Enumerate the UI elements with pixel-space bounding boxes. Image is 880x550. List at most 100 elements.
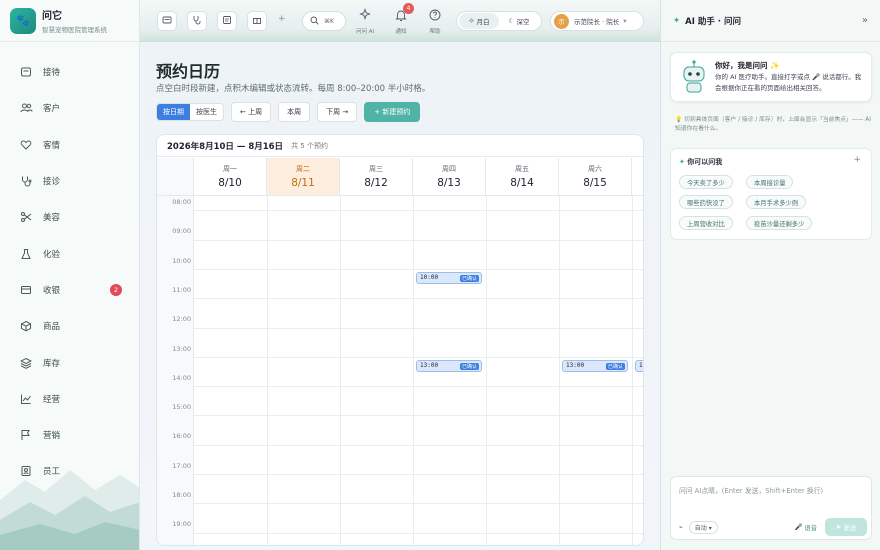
- cashier-icon: [19, 283, 33, 297]
- day-header: 周二 8/11: [267, 158, 340, 196]
- user-menu[interactable]: 示 示范院长 · 院长 ▾: [550, 11, 644, 31]
- appointment-time: 10:00: [420, 274, 439, 282]
- avatar: 示: [554, 13, 569, 29]
- suggestions-title: ✦ 你可以问我: [679, 157, 722, 167]
- flag-icon: [19, 428, 33, 442]
- sidebar-item-label: 接待: [43, 68, 61, 79]
- customers-icon: [19, 101, 33, 115]
- welcome-body: 你的 AI 医疗助手。直接打字或点 🎤 说话都行。我会根据你正在看的页面给出相关…: [715, 73, 862, 92]
- page-description: 点空白时段新建，点积木编辑或状态流转。每周 8:00–20:00 半小时格。: [156, 84, 431, 94]
- time-label: 19:00: [172, 520, 191, 529]
- sidebar-item-consult[interactable]: 接诊: [0, 163, 139, 199]
- day-header: 周一 8/10: [194, 158, 267, 196]
- card-icon: [162, 15, 172, 27]
- add-icon[interactable]: +: [853, 155, 861, 165]
- suggestion-chip[interactable]: 哪些药快没了: [679, 195, 733, 209]
- time-label: 13:00: [172, 344, 191, 353]
- this-week-button[interactable]: 本周: [278, 102, 311, 122]
- heart-icon: [19, 138, 33, 152]
- reception-shortcut-button[interactable]: [157, 11, 177, 31]
- stethoscope-icon: [19, 174, 33, 188]
- sidebar-item-lab[interactable]: 化验: [0, 235, 139, 271]
- sidebar-item-marketing[interactable]: 营销: [0, 417, 139, 453]
- suggestion-chip[interactable]: 今天卖了多少: [679, 175, 733, 189]
- next-week-button[interactable]: 下周 →: [317, 102, 358, 122]
- view-by-doctor-button[interactable]: 按医生: [190, 104, 223, 120]
- sidebar-item-staff[interactable]: 员工: [0, 453, 139, 489]
- notifications-button[interactable]: 4 通知: [394, 3, 414, 35]
- day-weekday: 周六: [588, 165, 602, 173]
- voice-button[interactable]: 🎤 语音: [795, 523, 817, 532]
- sparkle-icon: ✦: [679, 158, 685, 166]
- chevron-down-icon: ▾: [623, 17, 627, 25]
- sidebar-item-inventory[interactable]: 库存: [0, 344, 139, 380]
- suggestion-chip[interactable]: 本月手术多少例: [746, 195, 807, 209]
- theme-light-button[interactable]: ☼ 月白: [459, 13, 499, 29]
- attach-icon[interactable]: ⌁: [679, 524, 683, 531]
- suggestions-title-text: 你可以问我: [687, 158, 723, 166]
- input-controls: ⌁ 自动 ▾ 🎤 语音 ➤ 发送: [679, 518, 867, 536]
- day-date: 8/10: [218, 177, 242, 189]
- new-appointment-button[interactable]: + 新建预约: [364, 102, 421, 122]
- grid-row-line: [194, 327, 643, 329]
- app-name: 问它: [42, 11, 62, 22]
- notify-label: 通知: [395, 29, 407, 35]
- send-button[interactable]: ➤ 发送: [825, 518, 867, 536]
- appointment-block[interactable]: 10:00 已确认: [416, 271, 482, 284]
- grid-column-line: [486, 196, 487, 545]
- appointment-block[interactable]: 13:00 已确认: [562, 359, 628, 372]
- view-by-date-button[interactable]: 按日期: [157, 104, 190, 120]
- day-header: 周六 8/15: [559, 158, 632, 196]
- app-subtitle: 智慧宠物医院管理系统: [42, 26, 107, 34]
- appointment-time: 13:00: [639, 362, 643, 369]
- theme-dark-button[interactable]: ☾ 深空: [499, 13, 539, 29]
- ai-input-box[interactable]: 问问 AI点睛，(Enter 发送，Shift+Enter 换行) ⌁ 自动 ▾…: [670, 476, 872, 540]
- sidebar-item-reception[interactable]: 接待: [0, 54, 139, 90]
- day-date: 8/13: [437, 177, 461, 189]
- day-header: 周三 8/12: [340, 158, 413, 196]
- sidebar-item-label: 客户: [43, 104, 61, 115]
- main-content: 预约日历 点空白时段新建，点积木编辑或状态流转。每周 8:00–20:00 半小…: [140, 42, 660, 550]
- cashier-badge: 2: [110, 283, 122, 296]
- stethoscope-icon: [192, 15, 202, 27]
- day-date: 8/14: [510, 177, 534, 189]
- sidebar-item-grooming[interactable]: 美容: [0, 199, 139, 235]
- appointment-block[interactable]: 13:00: [635, 359, 643, 372]
- mode-select[interactable]: 自动 ▾: [688, 520, 718, 534]
- ask-ai-button[interactable]: 问问 AI: [356, 8, 374, 35]
- search-shortcut: ⌘K: [324, 17, 334, 25]
- sidebar-item-customers[interactable]: 客户: [0, 90, 139, 126]
- grid-row-line: [194, 239, 643, 241]
- gift-shortcut-button[interactable]: [247, 11, 267, 31]
- layers-icon: [19, 356, 33, 370]
- suggestion-chip[interactable]: 上周营收对比: [679, 216, 733, 230]
- sidebar-item-operations[interactable]: 经营: [0, 381, 139, 417]
- collapse-panel-icon[interactable]: »: [862, 15, 868, 26]
- focus-tip: 💡 切到具体页面（客户 / 接诊 / 库存）时，上面会显示「当前焦点」—— AI…: [675, 117, 871, 132]
- day-weekday: 周四: [442, 165, 456, 173]
- grid-row-line: [194, 356, 643, 358]
- grid-row-line: [194, 298, 643, 300]
- prev-week-button[interactable]: ← 上周: [231, 102, 272, 122]
- records-shortcut-button[interactable]: [217, 11, 237, 31]
- sidebar-item-cashier[interactable]: 收银 2: [0, 272, 139, 308]
- grid-corner: [157, 158, 194, 196]
- suggestion-chip[interactable]: 疫苗沙量还剩多少: [746, 216, 813, 230]
- grid-column-line: [267, 196, 268, 545]
- grid-row-line: [194, 474, 643, 475]
- appointment-count: 共 5 个预约: [291, 141, 328, 150]
- sidebar-item-label: 收银: [43, 285, 61, 296]
- time-label: 17:00: [172, 461, 191, 470]
- suggestion-chip[interactable]: 本周接诊量: [746, 175, 794, 189]
- search-button[interactable]: ⌘K: [302, 11, 346, 31]
- brand: 🐾 问它 智慧宠物医院管理系统: [0, 0, 139, 42]
- add-shortcut-icon[interactable]: +: [278, 14, 286, 24]
- ai-input[interactable]: 问问 AI点睛，(Enter 发送，Shift+Enter 换行): [679, 485, 823, 495]
- consult-shortcut-button[interactable]: [187, 11, 207, 31]
- send-icon: ➤: [835, 523, 842, 531]
- help-button[interactable]: 帮助: [428, 8, 442, 35]
- sidebar-item-relations[interactable]: 客情: [0, 127, 139, 163]
- sidebar-item-label: 员工: [43, 467, 61, 478]
- sidebar-item-goods[interactable]: 商品: [0, 308, 139, 344]
- appointment-block[interactable]: 13:00 已确认: [416, 359, 482, 372]
